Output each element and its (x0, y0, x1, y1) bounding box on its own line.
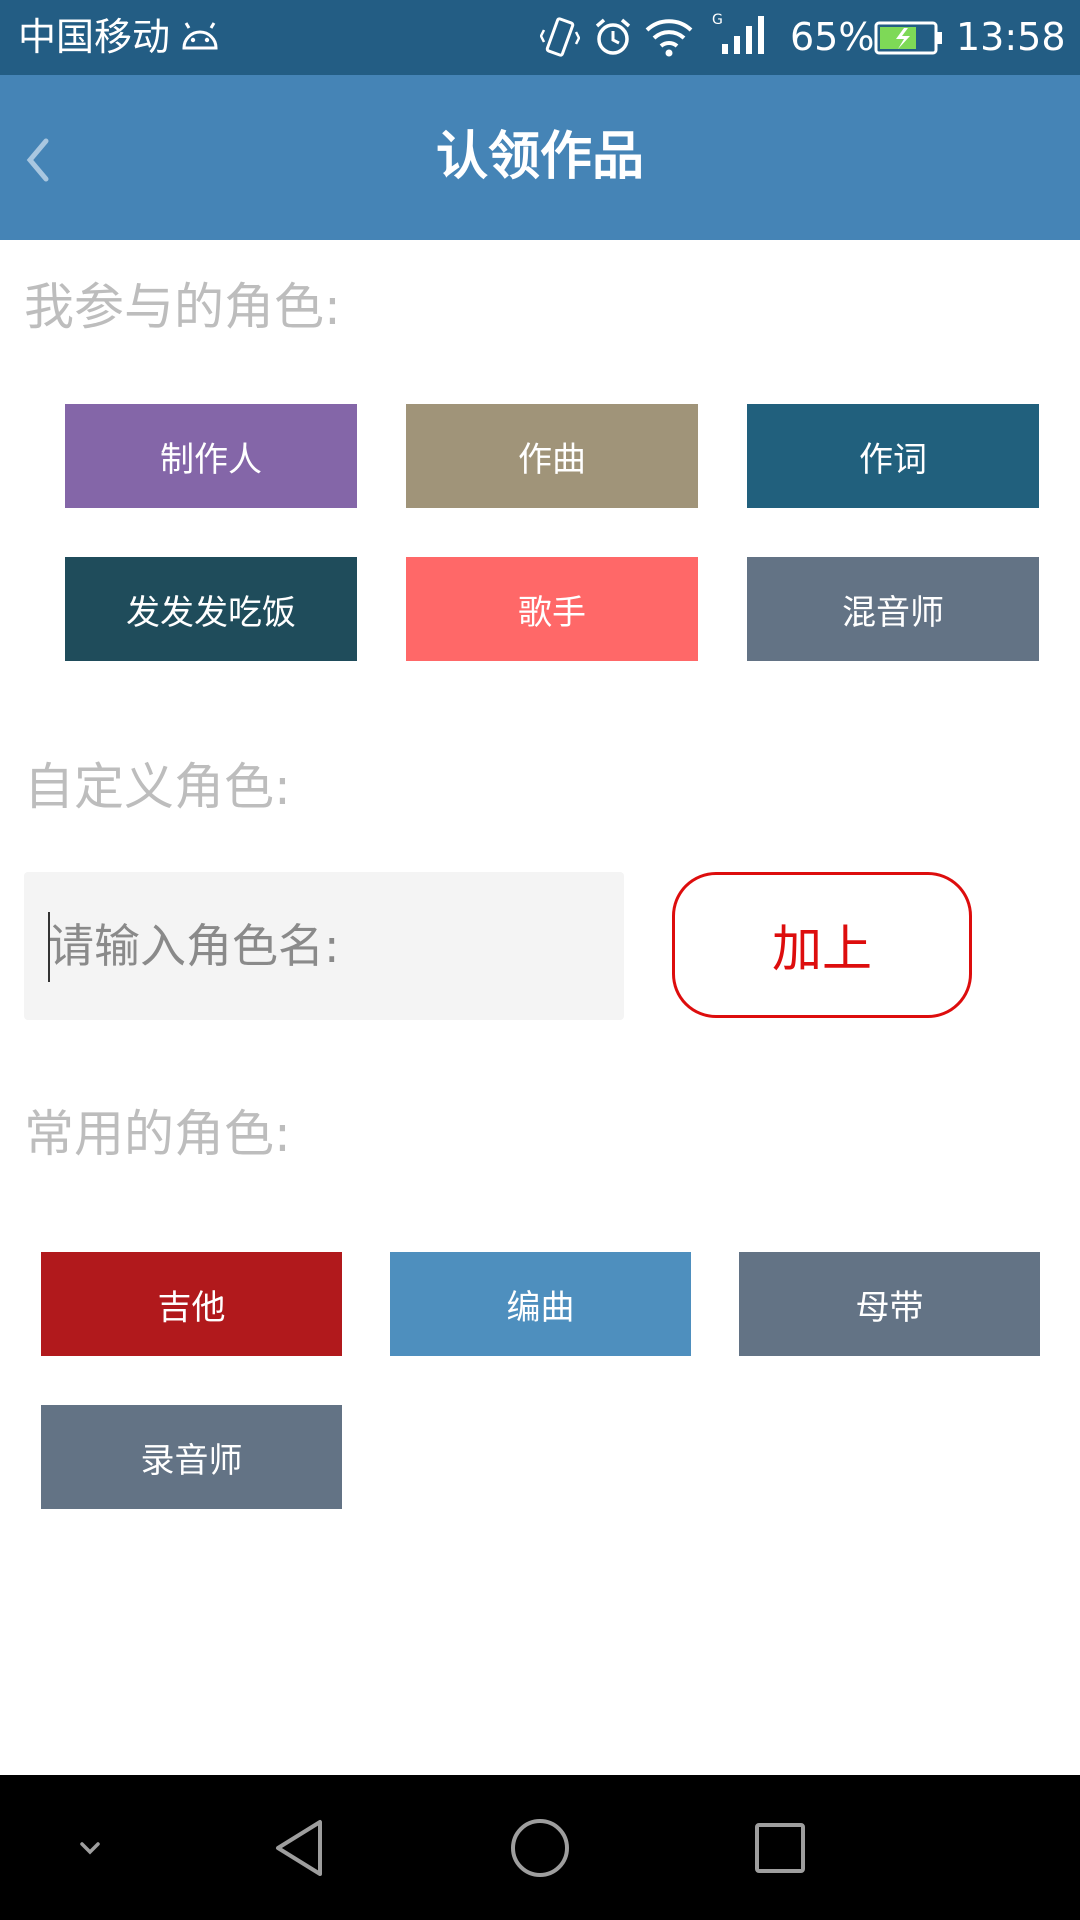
role-chip-label: 混音师 (842, 592, 944, 633)
role-name-input[interactable] (24, 872, 624, 1020)
common-role-chip-label: 编曲 (506, 1287, 575, 1328)
role-chip[interactable]: 制作人 (65, 404, 357, 508)
role-chip-label: 歌手 (518, 592, 586, 633)
battery-charging-icon (874, 20, 944, 60)
custom-role-label: 自定义角色: (24, 758, 291, 816)
app-bar: 认领作品 (0, 75, 1080, 240)
common-role-chip[interactable]: 编曲 (390, 1252, 691, 1356)
status-clock: 13:58 (956, 15, 1066, 59)
wifi-icon (644, 14, 694, 62)
home-circle-icon (511, 1818, 569, 1877)
role-chip[interactable]: 作词 (747, 404, 1039, 508)
common-role-chip-label: 吉他 (157, 1287, 226, 1328)
common-role-chip-label: 录音师 (140, 1440, 243, 1481)
battery-percent: 65% (790, 15, 875, 59)
vibrate-icon (539, 16, 581, 62)
text-caret (48, 912, 50, 982)
common-role-chip[interactable]: 母带 (739, 1252, 1040, 1356)
nav-home-button[interactable] (500, 1775, 580, 1920)
role-chip-label: 作曲 (518, 439, 586, 480)
common-role-chip[interactable]: 吉他 (41, 1252, 342, 1356)
common-roles-label: 常用的角色: (24, 1105, 291, 1163)
role-chip[interactable]: 歌手 (406, 557, 698, 661)
nav-recents-button[interactable] (740, 1775, 820, 1920)
nav-back-button[interactable] (260, 1775, 340, 1920)
common-role-chip-label: 母带 (855, 1287, 924, 1328)
alarm-icon (592, 16, 634, 62)
network-type-label: G (712, 12, 723, 28)
role-chip[interactable]: 混音师 (747, 557, 1039, 661)
role-name-field[interactable] (24, 872, 624, 1020)
signal-icon: G (712, 10, 772, 64)
role-chip[interactable]: 作曲 (406, 404, 698, 508)
nav-hide-button[interactable] (60, 1775, 120, 1920)
role-chip-label: 发发发吃饭 (126, 592, 296, 633)
carrier-name: 中国移动 (18, 15, 171, 59)
screen: 中国移动 G 65% 13:58 认领作品 我参与的角色: 制作人 作曲 作词 … (0, 0, 1080, 1920)
chevron-down-icon (80, 1841, 100, 1854)
common-role-chip[interactable]: 录音师 (41, 1405, 342, 1509)
android-icon (180, 22, 220, 54)
system-nav-bar (0, 1775, 1080, 1920)
back-triangle-icon (276, 1819, 322, 1876)
status-bar: 中国移动 G 65% 13:58 (0, 0, 1080, 75)
role-chip-label: 制作人 (160, 439, 262, 480)
role-chip[interactable]: 发发发吃饭 (65, 557, 357, 661)
role-chip-label: 作词 (859, 439, 927, 480)
add-role-button[interactable]: 加上 (672, 872, 972, 1018)
page-title: 认领作品 (435, 127, 644, 187)
recents-square-icon (755, 1822, 805, 1873)
my-roles-label: 我参与的角色: (24, 278, 341, 336)
